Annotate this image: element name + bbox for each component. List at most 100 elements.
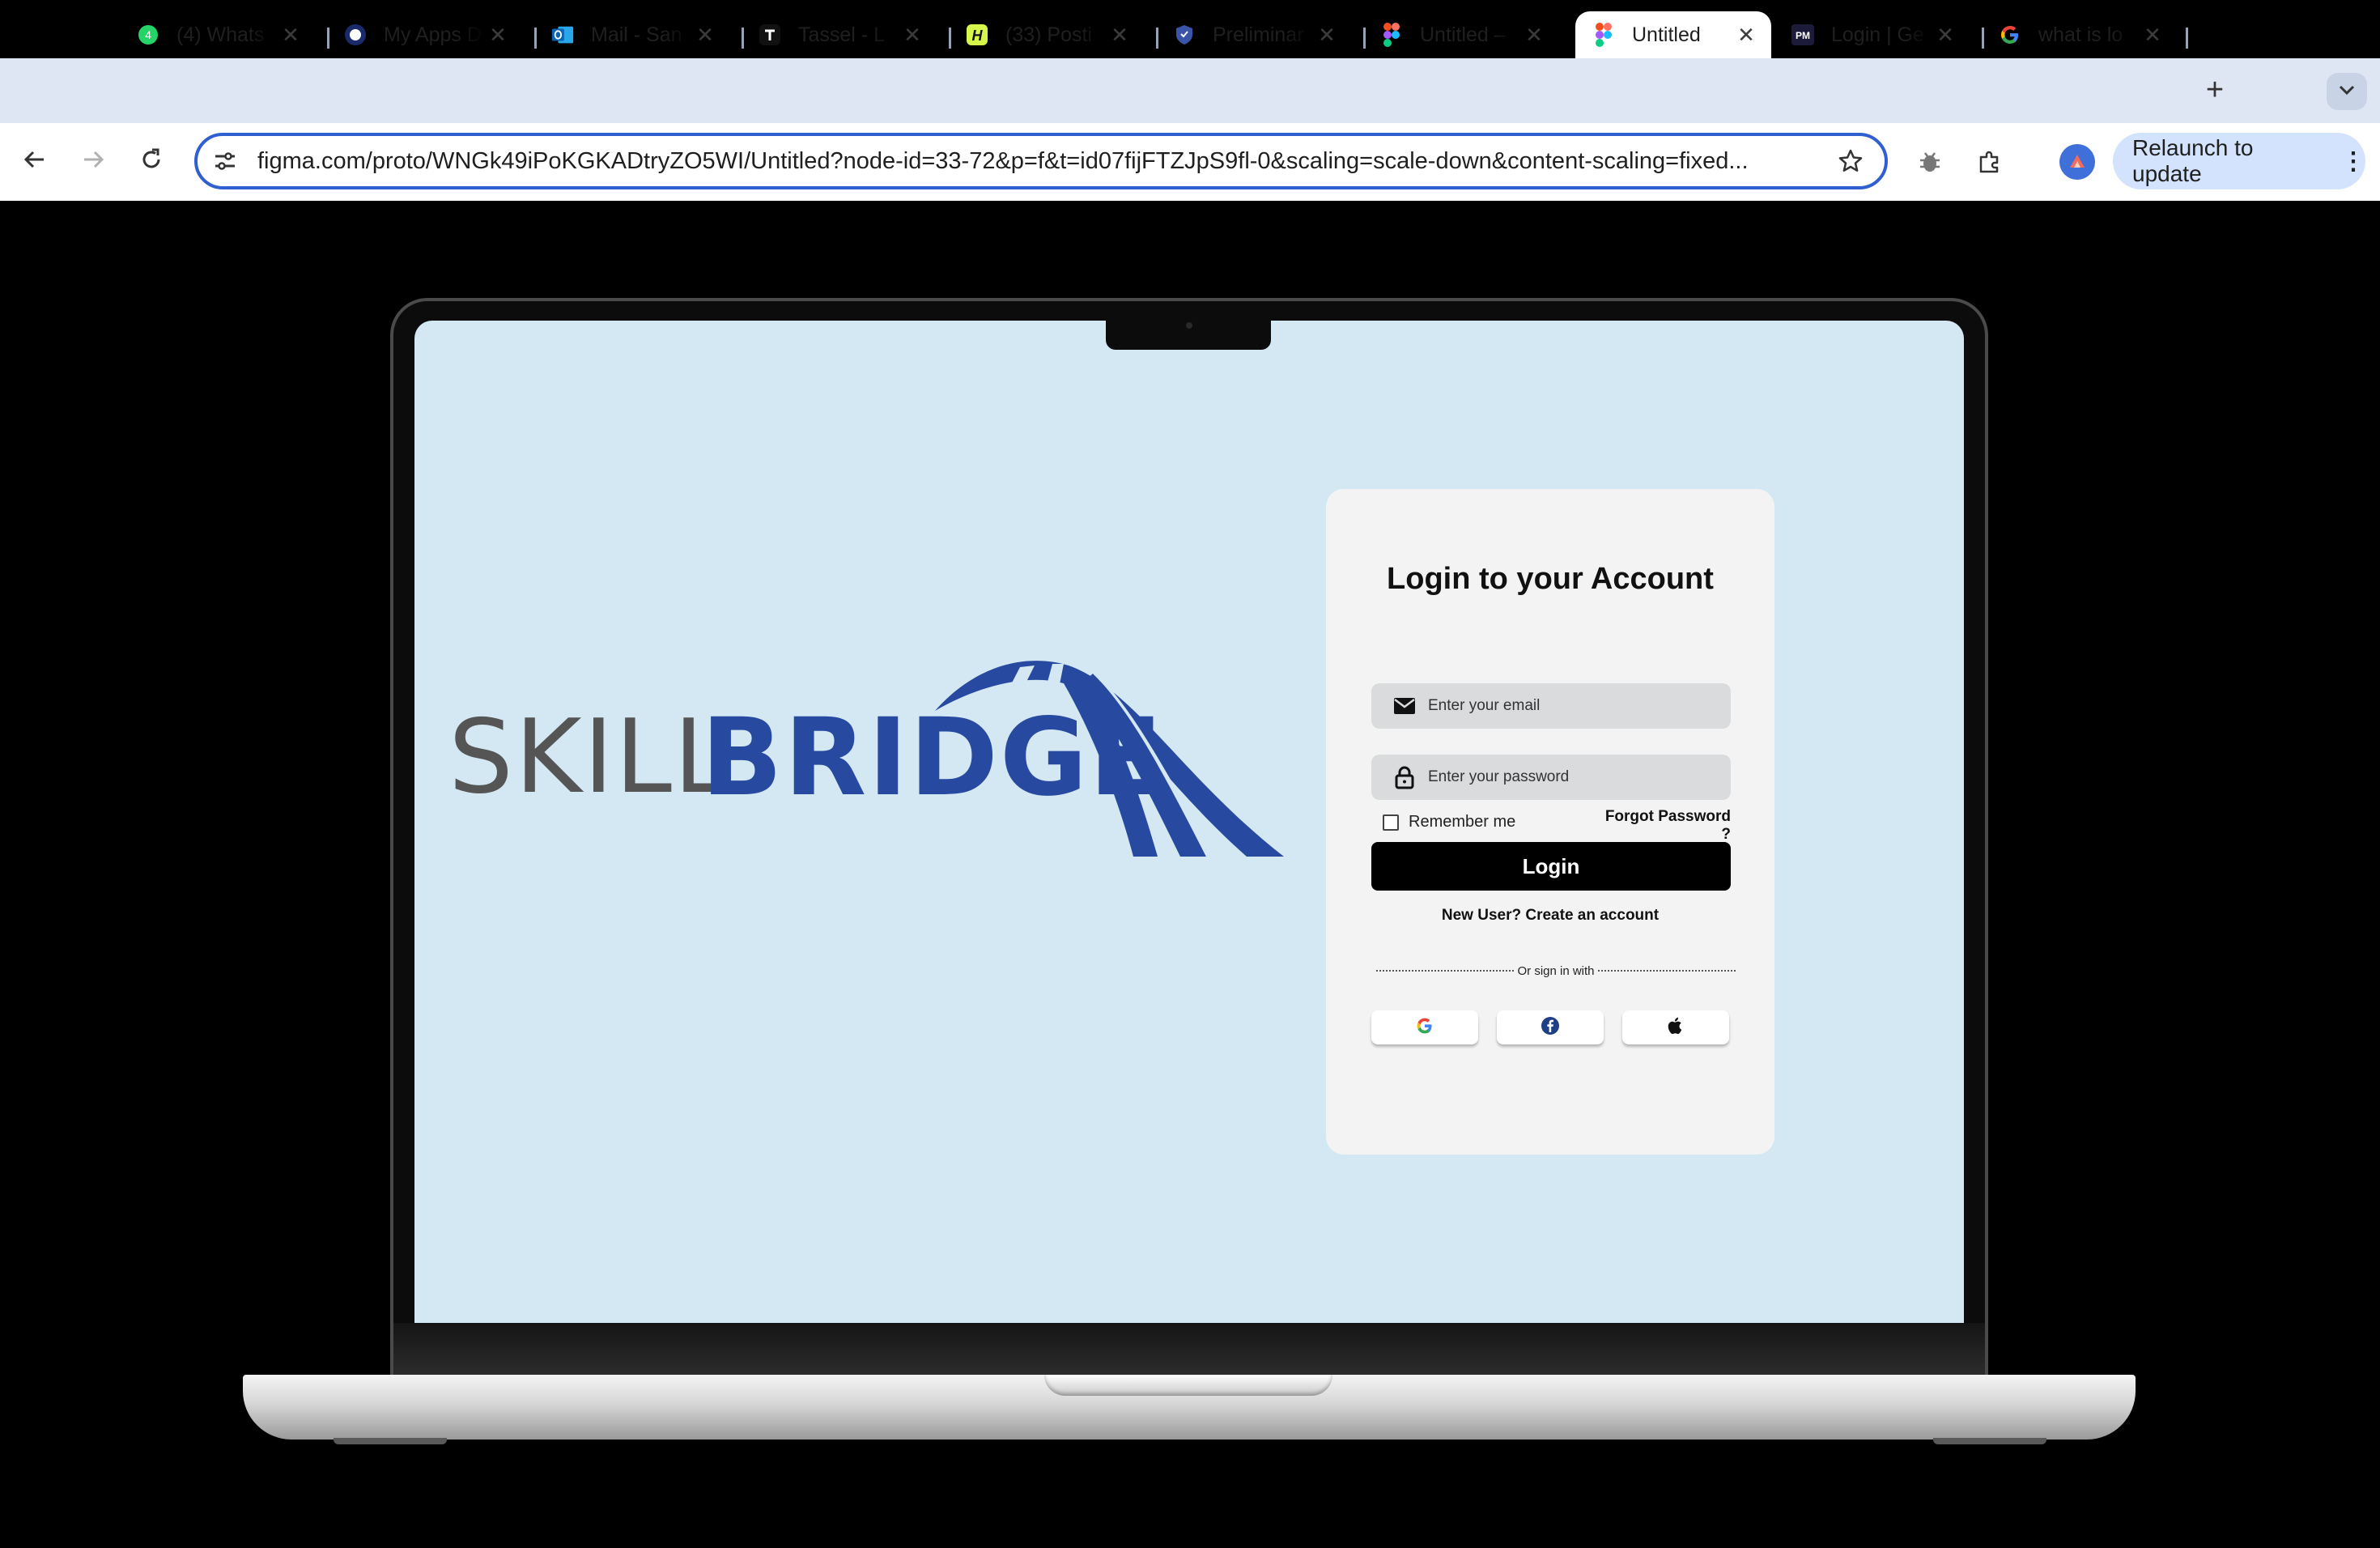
close-icon[interactable]: ✕ xyxy=(900,23,924,48)
tab-separator xyxy=(742,28,744,49)
okta-icon xyxy=(343,23,368,47)
tab-handshake[interactable]: H (33) Posti ✕ xyxy=(965,11,1145,58)
tab-separator xyxy=(534,28,537,49)
login-title: Login to your Account xyxy=(1387,562,1714,596)
whatsapp-icon: 4 xyxy=(136,23,160,47)
relaunch-button[interactable]: Relaunch to update ⋮ xyxy=(2113,133,2365,189)
bridge-arch-icon xyxy=(935,661,1284,857)
reload-icon xyxy=(139,147,164,176)
profile-avatar[interactable] xyxy=(2059,144,2095,180)
close-icon[interactable]: ✕ xyxy=(278,23,303,48)
password-field[interactable] xyxy=(1371,755,1731,800)
site-info-icon[interactable] xyxy=(209,150,241,172)
close-icon[interactable]: ✕ xyxy=(693,23,717,48)
email-field[interactable] xyxy=(1371,683,1731,729)
svg-text:H: H xyxy=(972,28,984,44)
arrow-right-icon xyxy=(81,147,105,176)
google-icon xyxy=(1998,23,2022,47)
google-icon xyxy=(1415,1016,1434,1040)
facebook-signin-button[interactable] xyxy=(1497,1010,1604,1044)
close-icon[interactable]: ✕ xyxy=(1933,23,1957,48)
close-icon[interactable]: ✕ xyxy=(1315,23,1339,48)
svg-text:PM: PM xyxy=(1796,30,1810,41)
forward-button[interactable] xyxy=(74,142,112,180)
handshake-icon: H xyxy=(965,23,989,47)
tab-title: (4) Whats xyxy=(176,23,265,46)
tab-preliminar[interactable]: Preliminar ✕ xyxy=(1172,11,1352,58)
tab-title: what is lo xyxy=(2038,23,2123,46)
tab-separator xyxy=(327,28,329,49)
close-icon[interactable]: ✕ xyxy=(1522,23,1546,48)
tassel-icon xyxy=(758,23,782,47)
chevron-down-icon xyxy=(2338,84,2356,100)
tab-my-apps[interactable]: My Apps D ✕ xyxy=(343,11,523,58)
url-text[interactable]: figma.com/proto/WNGk49iPoKGKADtryZO5WI/U… xyxy=(257,148,1815,175)
outlook-icon xyxy=(550,23,575,47)
svg-text:4: 4 xyxy=(145,28,151,41)
extensions-puzzle-icon[interactable] xyxy=(1972,144,2008,180)
apple-icon xyxy=(1667,1016,1685,1040)
close-icon[interactable]: ✕ xyxy=(2140,23,2165,48)
apple-signin-button[interactable] xyxy=(1622,1010,1729,1044)
logo-text-skill: SKILL xyxy=(448,697,733,816)
tab-separator xyxy=(1982,28,1984,49)
divider-line xyxy=(1376,970,1515,972)
mail-icon xyxy=(1392,694,1417,718)
address-bar[interactable]: figma.com/proto/WNGk49iPoKGKADtryZO5WI/U… xyxy=(194,133,1888,189)
tab-title: Preliminar xyxy=(1213,23,1304,46)
tab-separator xyxy=(949,28,951,49)
reload-button[interactable] xyxy=(133,142,170,180)
tab-search-button[interactable] xyxy=(2327,73,2367,110)
tab-strip xyxy=(0,58,2380,123)
back-button[interactable] xyxy=(16,142,53,180)
lock-icon xyxy=(1392,765,1417,789)
sign-in-divider: Or sign in with xyxy=(1376,962,1736,980)
tab-title: Login | Ge xyxy=(1831,23,1924,46)
facebook-icon xyxy=(1541,1016,1560,1040)
divider-line xyxy=(1597,970,1736,972)
laptop-chin xyxy=(393,1323,1985,1375)
tab-title: Untitled – xyxy=(1420,23,1506,46)
shield-icon xyxy=(1172,23,1196,47)
relaunch-label: Relaunch to update xyxy=(2132,135,2254,186)
google-signin-button[interactable] xyxy=(1371,1010,1478,1044)
laptop-groove xyxy=(1044,1375,1332,1396)
login-button[interactable]: Login xyxy=(1371,842,1731,891)
remember-label: Remember me xyxy=(1409,813,1516,831)
tab-whatsapp[interactable]: 4 (4) Whats ✕ xyxy=(136,11,316,58)
remember-checkbox[interactable] xyxy=(1383,814,1399,831)
password-input[interactable] xyxy=(1428,768,1719,786)
tab-title: (33) Posti xyxy=(1005,23,1092,46)
bookmark-star-icon[interactable] xyxy=(1833,148,1868,174)
close-icon[interactable]: ✕ xyxy=(1107,23,1132,48)
tab-separator xyxy=(1156,28,1158,49)
tab-figma-active[interactable]: Untitled ✕ xyxy=(1575,11,1771,58)
camera-icon xyxy=(1186,322,1192,329)
arrow-left-icon xyxy=(23,147,47,176)
tab-title: My Apps D xyxy=(384,23,482,46)
tab-title: Mail - San xyxy=(591,23,682,46)
remember-me[interactable]: Remember me xyxy=(1383,813,1515,831)
figma-icon xyxy=(1379,23,1404,47)
new-tab-button[interactable]: + xyxy=(2199,71,2231,108)
tab-mail[interactable]: Mail - San ✕ xyxy=(550,11,730,58)
tab-title: Untitled xyxy=(1632,23,1701,46)
pm-icon: PM xyxy=(1791,23,1815,47)
figma-icon xyxy=(1592,23,1616,47)
laptop-foot xyxy=(334,1438,447,1444)
extension-bug-icon[interactable] xyxy=(1912,144,1948,180)
tab-separator xyxy=(2186,28,2188,49)
close-icon[interactable]: ✕ xyxy=(486,23,510,48)
tab-google-search[interactable]: what is lo ✕ xyxy=(1998,11,2178,58)
tab-figma-1[interactable]: Untitled – ✕ xyxy=(1379,11,1559,58)
forgot-password-link[interactable]: Forgot Password ? xyxy=(1595,808,1731,844)
close-icon[interactable]: ✕ xyxy=(1734,23,1758,48)
tab-tassel[interactable]: Tassel - L ✕ xyxy=(758,11,937,58)
create-account-link[interactable]: New User? Create an account xyxy=(1326,907,1774,925)
email-input[interactable] xyxy=(1428,697,1719,715)
tab-login[interactable]: PM Login | Ge ✕ xyxy=(1791,11,1970,58)
divider-text: Or sign in with xyxy=(1517,963,1595,978)
tab-separator xyxy=(1363,28,1366,49)
more-vert-icon[interactable]: ⋮ xyxy=(2341,147,2365,176)
laptop-foot xyxy=(1933,1438,2046,1444)
